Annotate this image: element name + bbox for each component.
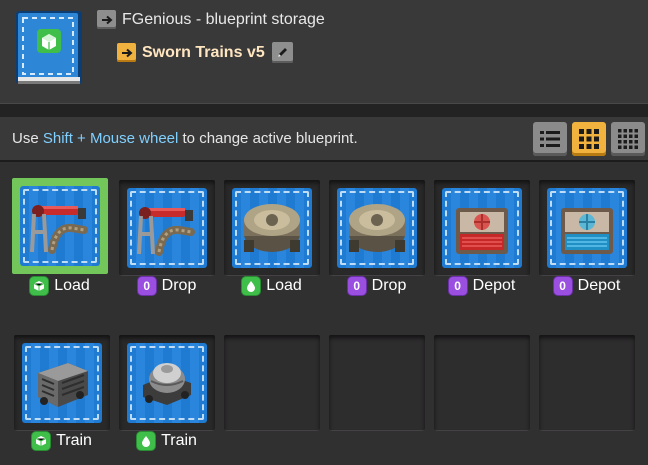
fluid-drop-icon — [242, 277, 261, 295]
list-view-button[interactable] — [533, 122, 567, 156]
arrow-right-icon[interactable] — [117, 43, 136, 62]
zero-badge: 0 — [347, 277, 366, 295]
toolbar: Use Shift + Mouse wheel to change active… — [0, 117, 648, 162]
blueprint-slot-6[interactable] — [539, 180, 635, 276]
blueprint-slot-5[interactable] — [434, 180, 530, 276]
current-book-title: Sworn Trains v5 — [142, 43, 265, 61]
storage-tank-icon — [349, 204, 405, 252]
slot-label-7: Train — [14, 432, 110, 450]
slot-label-6: 0 Depot — [539, 277, 635, 295]
storage-tank-icon — [244, 204, 300, 252]
slot-label-8: Train — [119, 432, 215, 450]
blueprint-slot-1[interactable] — [12, 178, 108, 274]
blueprint-slot-2[interactable] — [119, 180, 215, 276]
hint-shortcut: Shift + Mouse wheel — [42, 130, 179, 147]
inserter-icon — [137, 207, 195, 256]
grid-view-icon — [579, 129, 599, 149]
slot-label-1: Load — [12, 277, 108, 295]
red-depot-icon — [456, 208, 508, 254]
blueprint-slot-4[interactable] — [329, 180, 425, 276]
header: FGenious - blueprint storage Sworn Train… — [0, 0, 648, 103]
empty-slot[interactable] — [434, 335, 530, 431]
blueprint-slot-8[interactable] — [119, 335, 215, 431]
small-grid-view-button[interactable] — [611, 122, 645, 156]
parent-book-title[interactable]: FGenious - blueprint storage — [122, 11, 325, 29]
cube-icon — [32, 432, 51, 450]
blueprint-slot-3[interactable] — [224, 180, 320, 276]
zero-badge: 0 — [137, 277, 156, 295]
pencil-icon[interactable] — [271, 42, 293, 63]
slot-label-4: 0 Drop — [329, 277, 425, 295]
breadcrumb-parent: FGenious - blueprint storage — [97, 10, 325, 29]
slot-label-5: 0 Depot — [434, 277, 530, 295]
empty-slot[interactable] — [539, 335, 635, 431]
fluid-drop-icon — [137, 432, 156, 450]
empty-slot[interactable] — [224, 335, 320, 431]
inserter-icon — [30, 205, 88, 254]
divider — [0, 103, 648, 117]
blueprint-book-icon[interactable] — [14, 9, 84, 86]
breadcrumb-current: Sworn Trains v5 — [117, 42, 293, 63]
list-view-icon — [540, 131, 560, 147]
slot-label-3: Load — [224, 277, 320, 295]
cargo-wagon-icon — [38, 363, 88, 407]
small-grid-view-icon — [618, 129, 638, 149]
slot-label-2: 0 Drop — [119, 277, 215, 295]
arrow-right-icon[interactable] — [97, 10, 116, 29]
zero-badge: 0 — [448, 277, 467, 295]
blue-depot-icon — [561, 208, 613, 254]
hint-text: Use Shift + Mouse wheel to change active… — [12, 130, 358, 147]
cube-icon — [30, 277, 49, 295]
zero-badge: 0 — [553, 277, 572, 295]
grid-view-button[interactable] — [572, 122, 606, 156]
blueprint-slot-7[interactable] — [14, 335, 110, 431]
fluid-wagon-icon — [143, 363, 191, 405]
empty-slot[interactable] — [329, 335, 425, 431]
